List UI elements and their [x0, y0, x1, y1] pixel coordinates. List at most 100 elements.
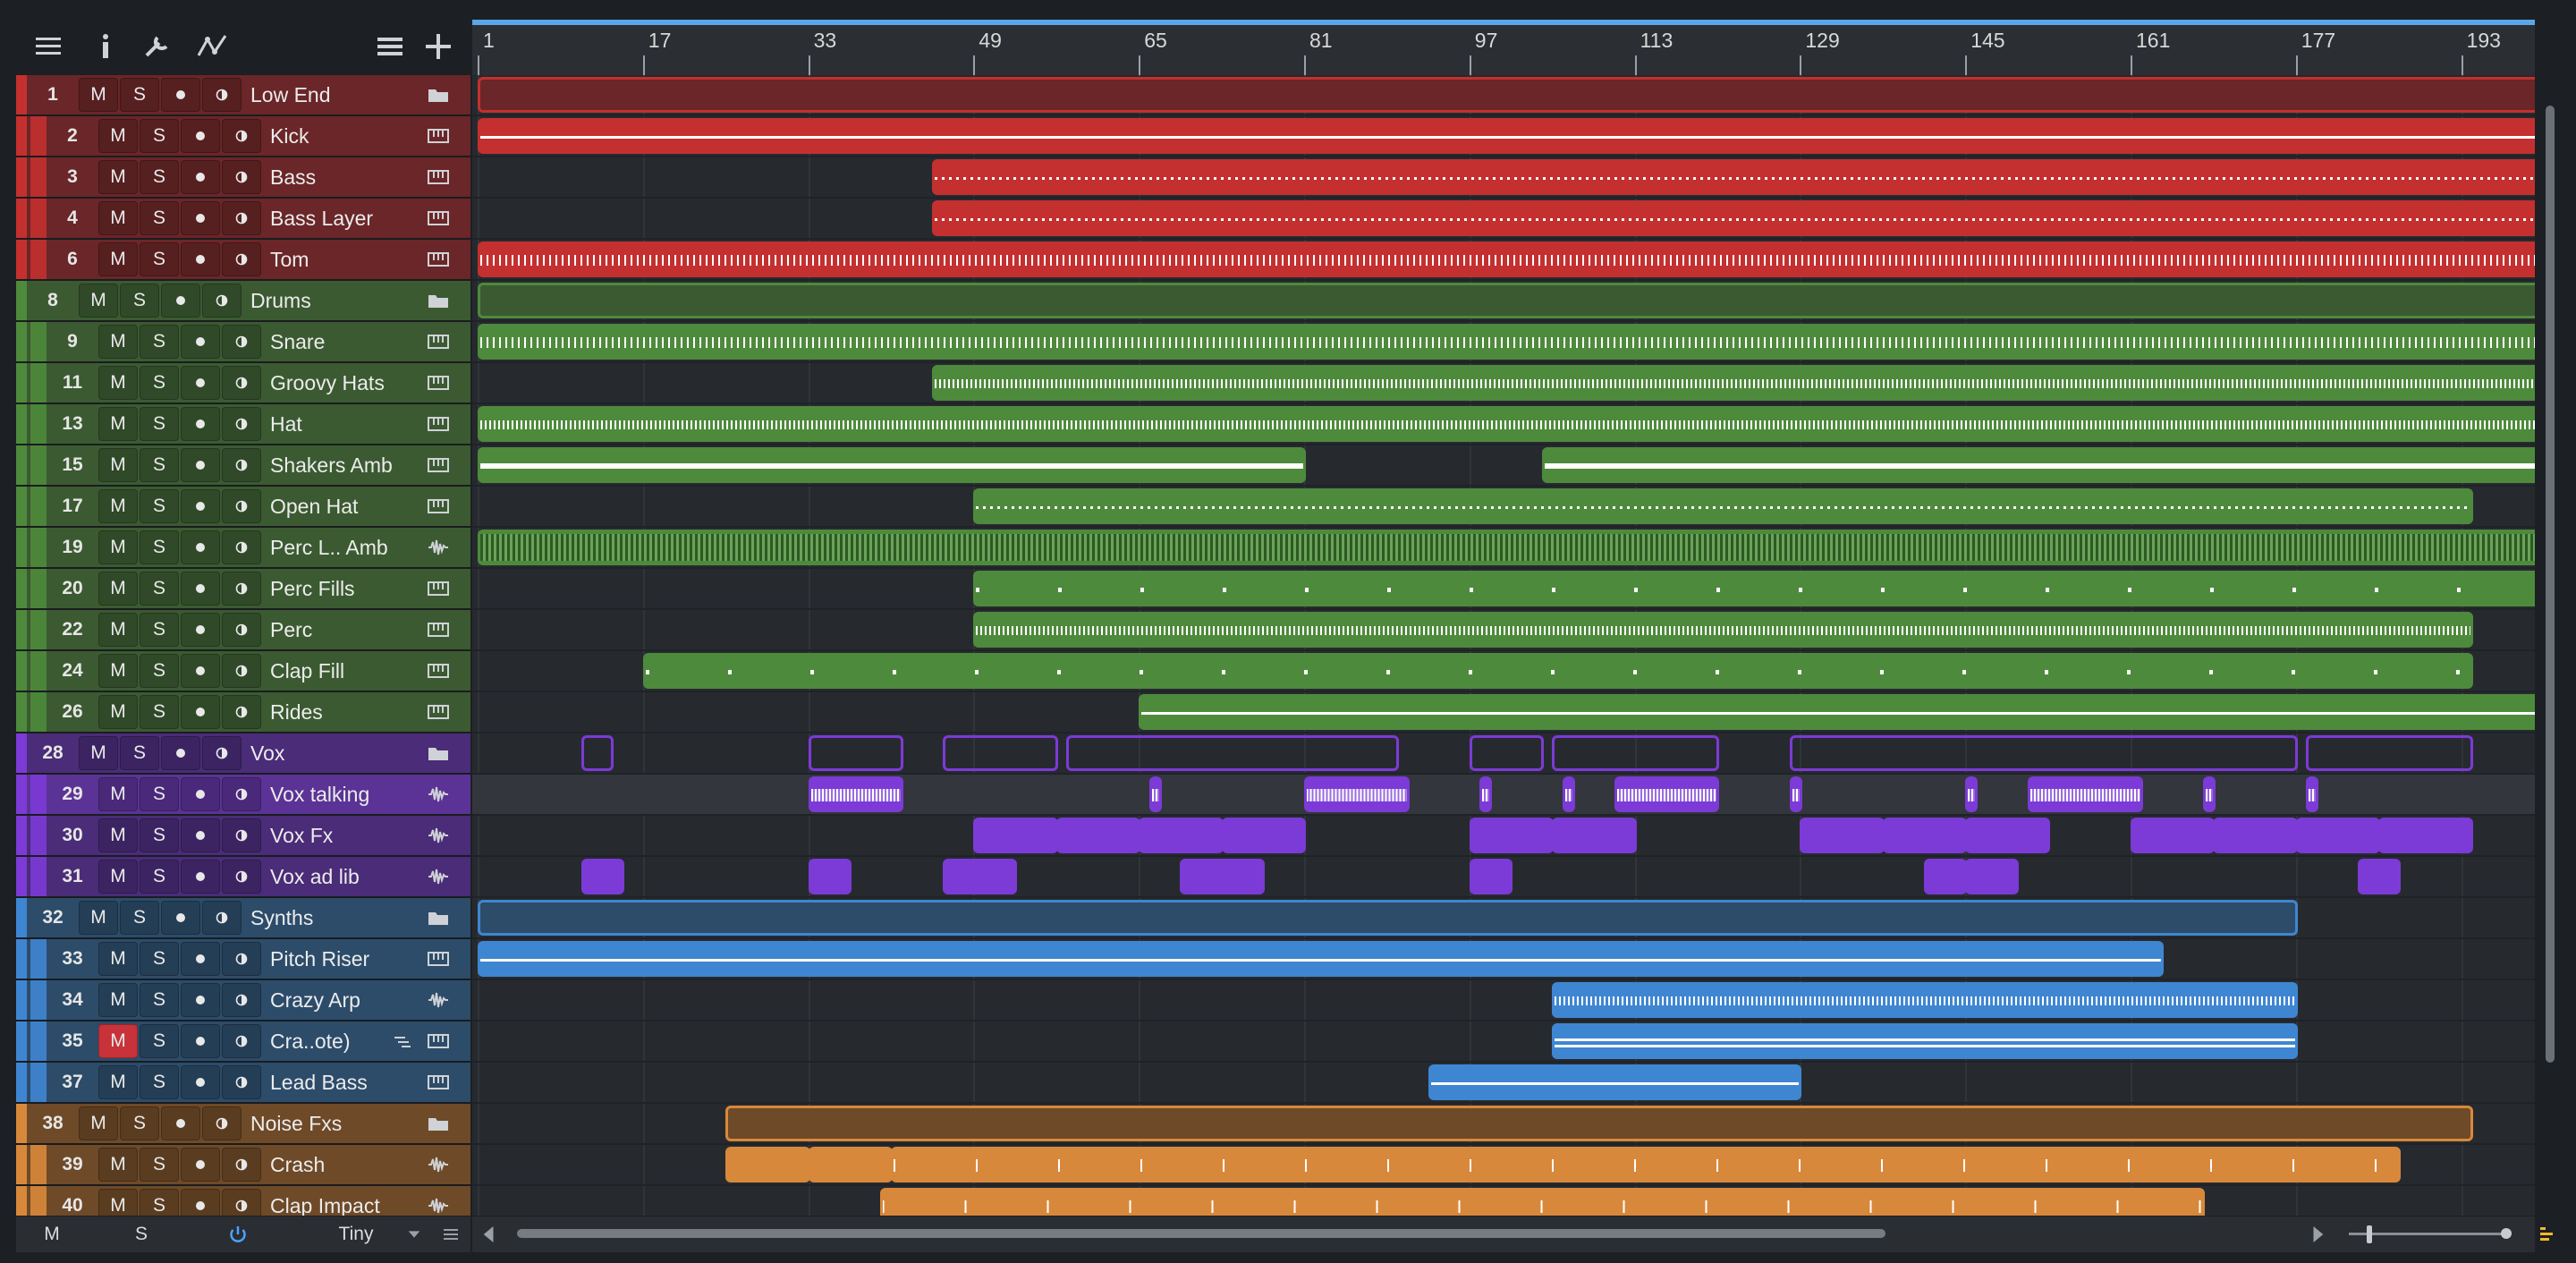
- track-color-chip[interactable]: [30, 363, 47, 403]
- monitor-button[interactable]: [222, 860, 261, 894]
- track-color-chip[interactable]: [30, 1021, 47, 1061]
- solo-button[interactable]: S: [140, 1024, 179, 1058]
- track-name[interactable]: Tom: [270, 240, 429, 279]
- mute-button[interactable]: M: [98, 530, 138, 564]
- track-name[interactable]: Snare: [270, 322, 429, 361]
- event-clip[interactable]: [1552, 982, 2298, 1018]
- track-color-strip[interactable]: [16, 939, 27, 979]
- track-header[interactable]: 8 M S Drums: [16, 281, 470, 322]
- record-button[interactable]: [181, 613, 220, 647]
- event-clip[interactable]: [1428, 1064, 1802, 1100]
- instrument-icon[interactable]: [420, 157, 456, 197]
- audio-icon[interactable]: [420, 816, 456, 855]
- event-clip[interactable]: [973, 488, 2474, 524]
- monitor-button[interactable]: [222, 366, 261, 400]
- monitor-button[interactable]: [222, 448, 261, 482]
- track-name[interactable]: Vox: [250, 733, 429, 773]
- event-clip[interactable]: [1924, 859, 1968, 894]
- track-header[interactable]: 1 M S Low End: [16, 75, 470, 116]
- track-color-strip[interactable]: [16, 281, 27, 320]
- solo-button[interactable]: S: [120, 736, 159, 770]
- event-clip[interactable]: [1469, 818, 1555, 853]
- zoom-slider[interactable]: [2349, 1224, 2512, 1245]
- track-color-strip[interactable]: [16, 1021, 27, 1061]
- track-color-strip[interactable]: [16, 1186, 27, 1216]
- track-header[interactable]: 38 M S Noise Fxs: [16, 1104, 470, 1145]
- monitor-button[interactable]: [202, 736, 242, 770]
- track-color-strip[interactable]: [16, 322, 27, 361]
- solo-all-button[interactable]: S: [123, 1216, 159, 1252]
- record-button[interactable]: [161, 1106, 200, 1140]
- audio-icon[interactable]: [420, 857, 456, 896]
- mute-button[interactable]: M: [98, 983, 138, 1017]
- track-name[interactable]: Perc L.. Amb: [270, 528, 429, 567]
- solo-button[interactable]: S: [140, 613, 179, 647]
- event-clip[interactable]: [1965, 818, 2050, 853]
- monitor-button[interactable]: [222, 325, 261, 359]
- event-clip[interactable]: [2131, 818, 2216, 853]
- track-color-chip[interactable]: [30, 651, 47, 691]
- monitor-button[interactable]: [202, 901, 242, 935]
- mute-button[interactable]: M: [98, 448, 138, 482]
- track-color-strip[interactable]: [16, 404, 27, 444]
- instrument-icon[interactable]: [420, 692, 456, 732]
- track-color-strip[interactable]: [16, 1104, 27, 1143]
- layers-icon[interactable]: [385, 1021, 420, 1061]
- track-name[interactable]: Low End: [250, 75, 429, 114]
- record-button[interactable]: [181, 160, 220, 194]
- solo-button[interactable]: S: [140, 695, 179, 729]
- monitor-button[interactable]: [222, 1148, 261, 1182]
- folder-clip[interactable]: [1066, 735, 1399, 771]
- track-header[interactable]: 15 M S Shakers Amb: [16, 445, 470, 487]
- event-clip[interactable]: [2027, 776, 2143, 812]
- event-clip[interactable]: [932, 365, 2535, 401]
- event-clip[interactable]: [808, 1147, 893, 1182]
- arrangement-view[interactable]: [472, 75, 2535, 1216]
- track-size-select[interactable]: Tiny: [311, 1216, 401, 1252]
- monitor-button[interactable]: [222, 983, 261, 1017]
- track-color-chip[interactable]: [30, 116, 47, 156]
- event-clip[interactable]: [942, 859, 1017, 894]
- track-color-strip[interactable]: [16, 445, 27, 485]
- record-button[interactable]: [181, 1065, 220, 1099]
- event-clip[interactable]: [880, 1188, 2205, 1216]
- record-button[interactable]: [181, 1024, 220, 1058]
- monitor-button[interactable]: [222, 818, 261, 852]
- record-button[interactable]: [181, 1148, 220, 1182]
- folder-icon[interactable]: [420, 733, 456, 773]
- track-color-chip[interactable]: [30, 199, 47, 238]
- track-name[interactable]: Perc Fills: [270, 569, 429, 608]
- solo-button[interactable]: S: [140, 572, 179, 606]
- solo-button[interactable]: S: [140, 1065, 179, 1099]
- event-clip[interactable]: [2295, 818, 2381, 853]
- event-clip[interactable]: [478, 406, 2535, 442]
- monitor-button[interactable]: [222, 572, 261, 606]
- monitor-button[interactable]: [202, 78, 242, 112]
- track-name[interactable]: Bass Layer: [270, 199, 429, 238]
- track-name[interactable]: Vox talking: [270, 775, 429, 814]
- horizontal-scrollbar[interactable]: [472, 1216, 2535, 1252]
- event-clip[interactable]: [932, 200, 2535, 236]
- track-name[interactable]: Shakers Amb: [270, 445, 429, 485]
- track-color-strip[interactable]: [16, 1145, 27, 1184]
- event-clip[interactable]: [932, 159, 2535, 195]
- event-clip[interactable]: [1479, 776, 1493, 812]
- folder-clip[interactable]: [2306, 735, 2474, 771]
- track-color-strip[interactable]: [16, 733, 27, 773]
- record-button[interactable]: [181, 242, 220, 276]
- record-button[interactable]: [181, 983, 220, 1017]
- track-color-strip[interactable]: [16, 816, 27, 855]
- event-clip[interactable]: [725, 1147, 810, 1182]
- mute-button[interactable]: M: [98, 160, 138, 194]
- track-header[interactable]: 19 M S Perc L.. Amb: [16, 528, 470, 569]
- instrument-icon[interactable]: [420, 363, 456, 403]
- mute-button[interactable]: M: [98, 613, 138, 647]
- event-clip[interactable]: [1614, 776, 1719, 812]
- timeline-ruler[interactable]: 1 17 33 49 65 81 97 113 129 145 161 177 193: [472, 20, 2535, 75]
- track-color-strip[interactable]: [16, 157, 27, 197]
- track-color-strip[interactable]: [16, 610, 27, 649]
- solo-button[interactable]: S: [140, 489, 179, 523]
- event-clip[interactable]: [2202, 776, 2216, 812]
- track-name[interactable]: Rides: [270, 692, 429, 732]
- audio-icon[interactable]: [420, 980, 456, 1020]
